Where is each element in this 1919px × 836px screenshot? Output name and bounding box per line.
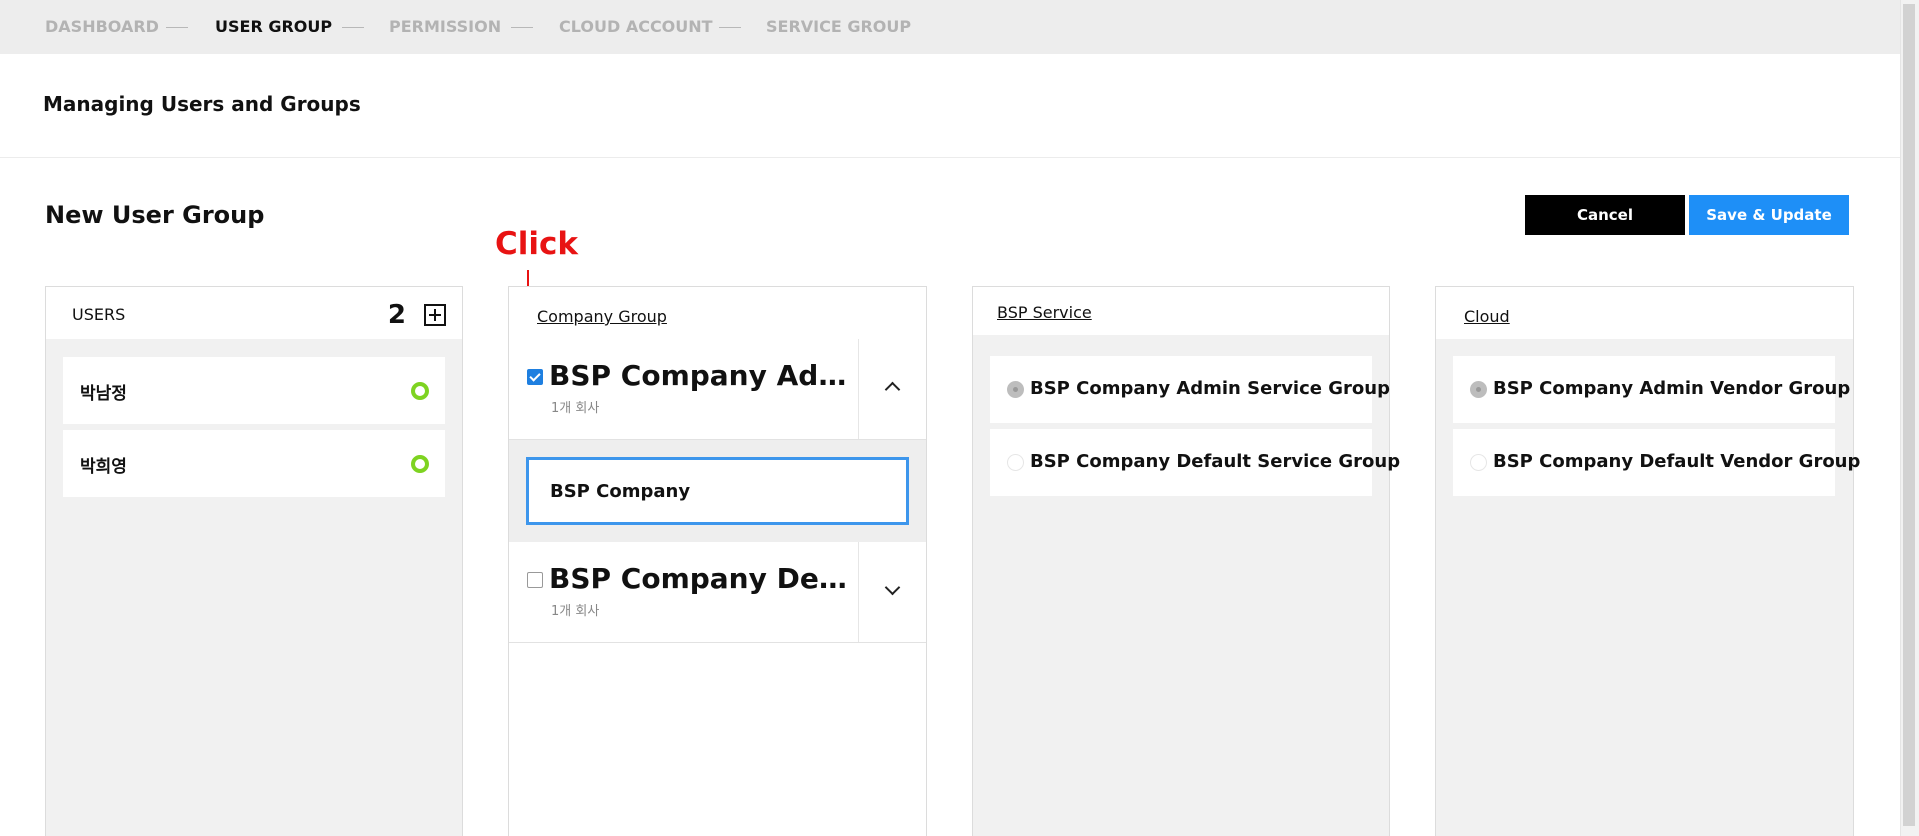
radio-button[interactable] xyxy=(1007,454,1024,471)
radio-button[interactable] xyxy=(1007,381,1024,398)
cloud-panel: Cloud BSP Company Admin Vendor Group BSP… xyxy=(1435,286,1860,836)
bsp-service-header-label[interactable]: BSP Service xyxy=(997,303,1092,322)
cloud-option[interactable]: BSP Company Default Vendor Group xyxy=(1453,429,1860,496)
nav-separator xyxy=(719,27,741,28)
option-label: BSP Company Default Vendor Group xyxy=(1493,451,1861,472)
group-subtitle: 1개 회사 xyxy=(551,604,600,619)
user-name: 박남정 xyxy=(80,384,127,404)
group-name: BSP Company Default Group xyxy=(549,562,849,595)
status-online-icon xyxy=(411,455,429,473)
user-card[interactable]: 박남정 xyxy=(63,357,445,424)
nav-separator xyxy=(511,27,533,28)
bsp-service-header: BSP Service xyxy=(973,287,1389,335)
expanded-group-area: BSP Company xyxy=(509,440,926,542)
users-panel: USERS 2 박남정 박희영 xyxy=(45,286,463,836)
group-checkbox[interactable] xyxy=(527,572,543,588)
service-option[interactable]: BSP Company Default Service Group xyxy=(990,429,1400,496)
option-label: BSP Company Default Service Group xyxy=(1030,451,1401,472)
nav-separator xyxy=(166,27,188,28)
top-nav: DASHBOARD USER GROUP PERMISSION CLOUD AC… xyxy=(0,0,1900,54)
group-checkbox[interactable] xyxy=(527,369,543,385)
status-online-icon xyxy=(411,382,429,400)
nav-item-user-group[interactable]: USER GROUP xyxy=(215,17,332,36)
radio-button[interactable] xyxy=(1470,454,1487,471)
user-card[interactable]: 박희영 xyxy=(63,430,445,497)
click-annotation: Click xyxy=(495,226,578,262)
chevron-down-icon[interactable] xyxy=(884,579,901,596)
company-item-label: BSP Company xyxy=(550,481,691,502)
group-subtitle: 1개 회사 xyxy=(551,401,600,416)
group-name: BSP Company Admin Group xyxy=(549,359,849,392)
bsp-service-panel: BSP Service BSP Company Admin Service Gr… xyxy=(972,286,1400,836)
company-group-header: Company Group xyxy=(509,287,926,339)
group-row: BSP Company Admin Group 1개 회사 xyxy=(509,339,926,440)
nav-item-permission[interactable]: PERMISSION xyxy=(389,17,501,36)
nav-item-dashboard[interactable]: DASHBOARD xyxy=(45,17,159,36)
chevron-up-icon[interactable] xyxy=(884,381,901,398)
option-label: BSP Company Admin Vendor Group xyxy=(1493,378,1851,399)
row-divider xyxy=(858,339,859,439)
page-title: Managing Users and Groups xyxy=(43,92,361,116)
group-row: BSP Company Default Group 1개 회사 xyxy=(509,542,926,643)
cloud-option[interactable]: BSP Company Admin Vendor Group xyxy=(1453,356,1850,423)
option-label: BSP Company Admin Service Group xyxy=(1030,378,1390,399)
company-group-header-label[interactable]: Company Group xyxy=(537,307,667,326)
save-update-button[interactable]: Save & Update xyxy=(1689,195,1849,235)
row-divider xyxy=(858,542,859,642)
users-header-label: USERS xyxy=(72,305,126,324)
nav-separator xyxy=(342,27,364,28)
users-panel-header: USERS 2 xyxy=(46,287,462,339)
nav-item-service-group[interactable]: SERVICE GROUP xyxy=(766,17,911,36)
divider xyxy=(0,157,1900,158)
service-option[interactable]: BSP Company Admin Service Group xyxy=(990,356,1390,423)
user-name: 박희영 xyxy=(80,457,127,477)
cancel-button[interactable]: Cancel xyxy=(1525,195,1685,235)
scrollbar-thumb[interactable] xyxy=(1903,4,1915,826)
add-user-icon[interactable] xyxy=(424,304,446,326)
company-item-card[interactable]: BSP Company xyxy=(526,457,909,525)
cloud-header: Cloud xyxy=(1436,287,1853,339)
nav-item-cloud-account[interactable]: CLOUD ACCOUNT xyxy=(559,17,713,36)
company-group-panel: Company Group BSP Company Admin Group 1개… xyxy=(508,286,927,836)
section-title: New User Group xyxy=(45,201,265,229)
users-count: 2 xyxy=(387,300,406,330)
radio-button[interactable] xyxy=(1470,381,1487,398)
cloud-header-label[interactable]: Cloud xyxy=(1464,307,1510,326)
